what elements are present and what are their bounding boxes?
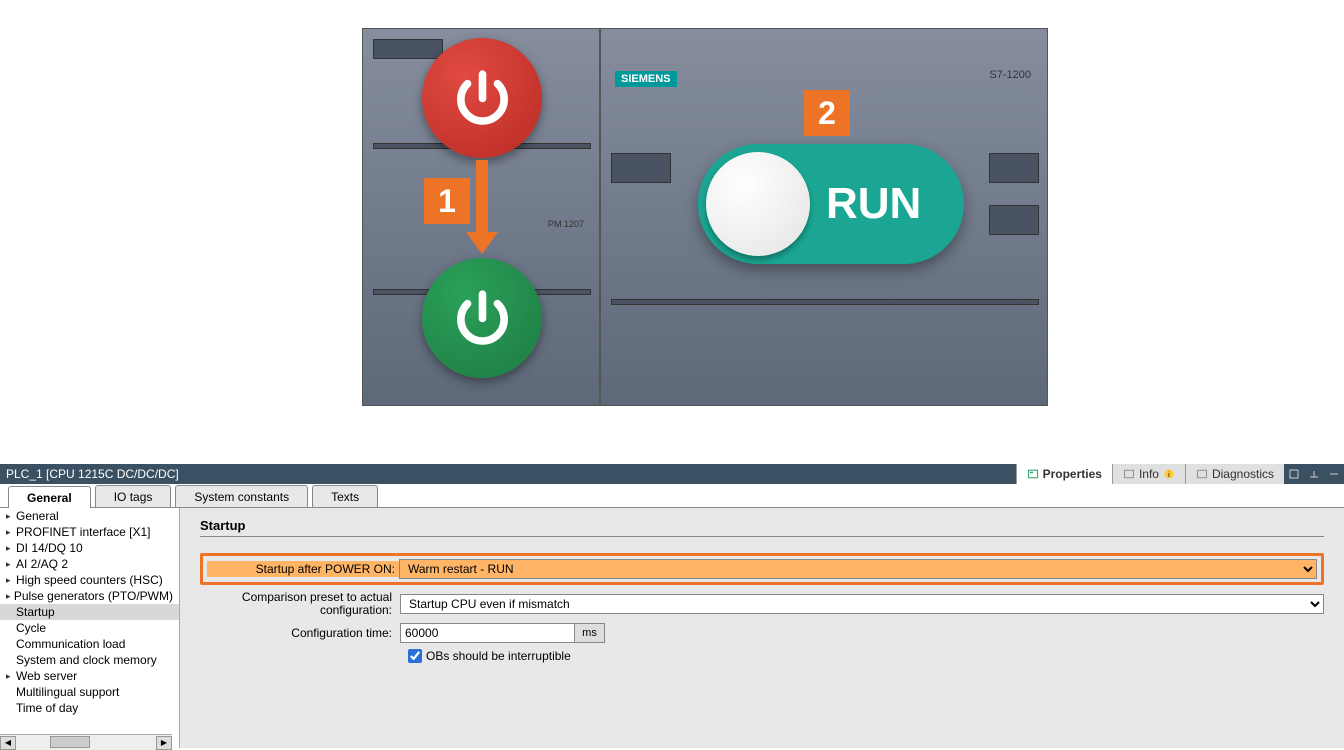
minimize-button[interactable]	[1284, 464, 1304, 484]
expand-icon[interactable]: ▸	[6, 527, 16, 538]
tree-item[interactable]: ▸General	[0, 508, 179, 524]
interruptible-row: OBs should be interruptible	[408, 649, 1324, 663]
run-label: RUN	[826, 179, 921, 229]
tree-item-label: Time of day	[16, 701, 78, 715]
tab-strip: General IO tags System constants Texts	[0, 484, 1344, 508]
expand-icon[interactable]: ▸	[6, 671, 16, 682]
cpu-model-label: S7-1200	[989, 69, 1031, 81]
tree-item-label: AI 2/AQ 2	[16, 557, 68, 571]
tab-general[interactable]: General	[8, 486, 91, 508]
comparison-select[interactable]: Startup CPU even if mismatch	[400, 594, 1324, 614]
tree-item-label: Pulse generators (PTO/PWM)	[14, 589, 173, 603]
tree-item[interactable]: ▸Pulse generators (PTO/PWM)	[0, 588, 179, 604]
config-time-unit: ms	[575, 623, 605, 643]
comparison-row: Comparison preset to actual configuratio…	[200, 591, 1324, 617]
tree-horizontal-scrollbar[interactable]: ◀ ▶	[0, 734, 172, 750]
tree-item[interactable]: Startup	[0, 604, 179, 620]
power-off-icon	[422, 38, 542, 158]
tree-item-label: Communication load	[16, 637, 125, 651]
tab-io-tags[interactable]: IO tags	[95, 485, 172, 507]
scroll-left-button[interactable]: ◀	[0, 736, 16, 750]
config-time-row: Configuration time: ms	[200, 623, 1324, 643]
plc-device-illustration: PM 1207 SIEMENS S7-1200 1 2 RUN	[362, 28, 1048, 406]
close-button[interactable]	[1324, 464, 1344, 484]
interruptible-checkbox[interactable]	[408, 649, 422, 663]
tree-item[interactable]: Cycle	[0, 620, 179, 636]
tree-item-label: Web server	[16, 669, 77, 683]
properties-icon	[1027, 468, 1039, 480]
expand-icon[interactable]: ▸	[6, 575, 16, 586]
panel-title: PLC_1 [CPU 1215C DC/DC/DC]	[6, 467, 179, 481]
config-time-input[interactable]	[400, 623, 575, 643]
tab-properties[interactable]: Properties	[1016, 464, 1112, 484]
tree-item[interactable]: ▸Web server	[0, 668, 179, 684]
interruptible-label: OBs should be interruptible	[426, 649, 571, 663]
expand-icon[interactable]: ▸	[6, 591, 14, 602]
tree-item[interactable]: System and clock memory	[0, 652, 179, 668]
scroll-thumb[interactable]	[50, 736, 90, 748]
startup-after-poweron-row: Startup after POWER ON: Warm restart - R…	[200, 553, 1324, 585]
tree-item[interactable]: Time of day	[0, 700, 179, 716]
tree-item[interactable]: ▸DI 14/DQ 10	[0, 540, 179, 556]
tree-item-label: System and clock memory	[16, 653, 157, 667]
property-tree[interactable]: ▸General▸PROFINET interface [X1]▸DI 14/D…	[0, 508, 180, 748]
tab-texts[interactable]: Texts	[312, 485, 378, 507]
device-slot	[611, 153, 671, 183]
restore-button[interactable]	[1304, 464, 1324, 484]
info-icon	[1123, 468, 1135, 480]
properties-panel: PLC_1 [CPU 1215C DC/DC/DC] Properties In…	[0, 464, 1344, 750]
tab-system-constants[interactable]: System constants	[175, 485, 308, 507]
panel-title-bar: PLC_1 [CPU 1215C DC/DC/DC] Properties In…	[0, 464, 1344, 484]
startup-form: Startup Startup after POWER ON: Warm res…	[180, 508, 1344, 748]
device-slot	[611, 299, 1039, 305]
tree-item[interactable]: ▸High speed counters (HSC)	[0, 572, 179, 588]
scroll-track[interactable]	[16, 736, 156, 750]
tree-item-label: PROFINET interface [X1]	[16, 525, 151, 539]
diagnostics-icon	[1196, 468, 1208, 480]
tree-item[interactable]: Communication load	[0, 636, 179, 652]
tree-item[interactable]: ▸PROFINET interface [X1]	[0, 524, 179, 540]
tree-item[interactable]: Multilingual support	[0, 684, 179, 700]
toggle-knob	[706, 152, 810, 256]
expand-icon[interactable]: ▸	[6, 559, 16, 570]
run-toggle: RUN	[698, 144, 964, 264]
tree-item[interactable]: ▸AI 2/AQ 2	[0, 556, 179, 572]
tree-item-label: Startup	[16, 605, 55, 619]
window-buttons	[1284, 464, 1344, 484]
device-slot	[373, 39, 443, 59]
tab-diagnostics[interactable]: Diagnostics	[1185, 464, 1284, 484]
tree-item-label: DI 14/DQ 10	[16, 541, 83, 555]
comparison-label: Comparison preset to actual configuratio…	[200, 591, 400, 617]
panel-content: ▸General▸PROFINET interface [X1]▸DI 14/D…	[0, 508, 1344, 748]
annotation-badge-1: 1	[424, 178, 470, 224]
pm-model-label: PM 1207	[548, 219, 584, 229]
section-header: Startup	[200, 518, 1324, 537]
tree-item-label: Multilingual support	[16, 685, 119, 699]
siemens-badge: SIEMENS	[615, 71, 677, 87]
expand-icon[interactable]: ▸	[6, 511, 16, 522]
panel-right-tabs: Properties Info i Diagnostics	[1016, 464, 1284, 484]
config-time-label: Configuration time:	[200, 626, 400, 640]
warning-icon: i	[1163, 468, 1175, 480]
expand-icon[interactable]: ▸	[6, 543, 16, 554]
tree-item-label: General	[16, 509, 59, 523]
annotation-badge-2: 2	[804, 90, 850, 136]
scroll-right-button[interactable]: ▶	[156, 736, 172, 750]
tab-info[interactable]: Info i	[1112, 464, 1185, 484]
device-slot	[989, 205, 1039, 235]
device-slot	[989, 153, 1039, 183]
tree-item-label: High speed counters (HSC)	[16, 573, 163, 587]
power-on-icon	[422, 258, 542, 378]
startup-after-poweron-label: Startup after POWER ON:	[207, 561, 399, 577]
tree-item-label: Cycle	[16, 621, 46, 635]
startup-after-poweron-select[interactable]: Warm restart - RUN	[399, 559, 1317, 579]
